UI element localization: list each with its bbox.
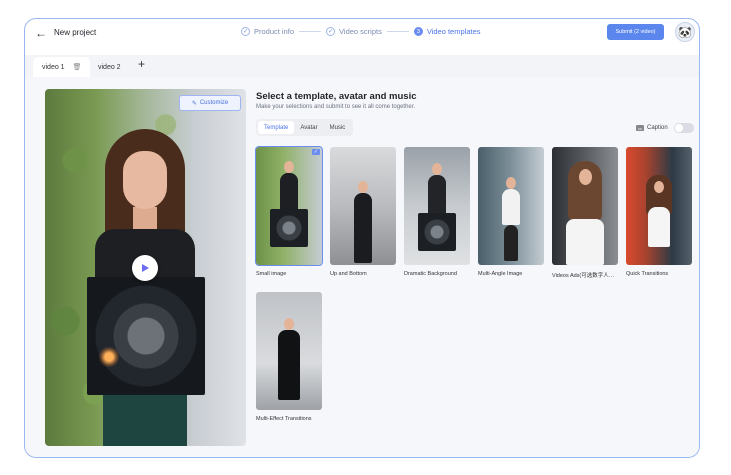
progress-steps: ✓ Product info ✓ Video scripts 3 Video t… (241, 27, 481, 36)
template-card[interactable]: Videos Ads(可选数字人… (552, 147, 618, 279)
caption-toggle[interactable] (673, 123, 694, 133)
step-number: 3 (413, 27, 423, 36)
segment-control: Template Avatar Music (256, 119, 354, 136)
video-preview: ✎ Customize (45, 89, 246, 446)
step-label: Product info (254, 27, 295, 36)
template-label: Small image (256, 271, 287, 277)
segment-music[interactable]: Music (324, 121, 352, 134)
template-thumbnail (552, 147, 618, 265)
panel-subtitle: Make your selections and submit to see i… (256, 104, 416, 110)
template-thumbnail (478, 147, 544, 265)
template-card[interactable]: ✓ Small image (255, 146, 323, 277)
video-tabs: video 1 🗑 video 2 (25, 55, 699, 77)
template-card[interactable]: Multi-Effect Transitions (256, 292, 322, 422)
tab-video-2[interactable]: video 2 (89, 57, 130, 77)
play-icon[interactable] (132, 255, 158, 281)
step-label: Video scripts (339, 27, 382, 36)
step-connector (299, 31, 322, 32)
template-thumbnail (626, 147, 692, 265)
product-overlay-image (87, 277, 205, 395)
tab-label: video 1 (42, 63, 65, 71)
caption-control: cc Caption (636, 123, 694, 133)
edit-icon: ✎ (191, 100, 197, 107)
template-label: Multi-Angle Image (478, 271, 523, 277)
step-label: Video templates (426, 27, 481, 36)
customize-button[interactable]: ✎ Customize (179, 95, 241, 111)
template-card[interactable]: Up and Bottom (330, 147, 396, 277)
main-content: ✎ Customize Select a template, avatar an… (25, 77, 699, 457)
template-label: Multi-Effect Transitions (256, 416, 312, 422)
tab-label: video 2 (98, 63, 121, 71)
submit-button[interactable]: Submit (2 video) (607, 24, 664, 40)
template-card[interactable]: Dramatic Background (404, 147, 470, 277)
add-tab-plus-icon[interactable]: + (138, 57, 145, 71)
user-avatar[interactable]: 🐼 (675, 22, 695, 42)
tab-video-1[interactable]: video 1 🗑 (33, 57, 91, 77)
top-header: ← New project ✓ Product info ✓ Video scr… (25, 19, 699, 49)
template-label: Dramatic Background (404, 271, 457, 277)
check-icon: ✓ (326, 27, 336, 36)
trash-icon[interactable]: 🗑 (73, 63, 82, 71)
segment-template[interactable]: Template (258, 121, 295, 134)
template-thumbnail (330, 147, 396, 265)
caption-icon: cc (636, 125, 644, 131)
template-label: Up and Bottom (330, 271, 367, 277)
app-window: ← New project ✓ Product info ✓ Video scr… (24, 18, 700, 458)
template-thumbnail (404, 147, 470, 265)
template-card[interactable]: Multi-Angle Image (478, 147, 544, 277)
project-title: New project (54, 28, 97, 37)
caption-label: Caption (647, 125, 668, 131)
customize-label: Customize (199, 100, 229, 106)
step-product-info[interactable]: ✓ Product info (241, 27, 294, 36)
template-card[interactable]: Quick Transitions (626, 147, 692, 277)
check-icon: ✓ (312, 149, 320, 155)
panel-title: Select a template, avatar and music (256, 91, 417, 102)
template-thumbnail: ✓ (255, 146, 323, 266)
step-video-scripts[interactable]: ✓ Video scripts (326, 27, 382, 36)
template-label: Quick Transitions (626, 271, 669, 277)
segment-avatar[interactable]: Avatar (294, 121, 323, 134)
check-icon: ✓ (241, 27, 250, 36)
template-label: Videos Ads(可选数字人… (552, 273, 615, 279)
step-connector (386, 31, 409, 32)
template-thumbnail (256, 292, 322, 410)
step-video-templates[interactable]: 3 Video templates (413, 27, 481, 36)
back-arrow-icon[interactable]: ← (34, 26, 48, 40)
